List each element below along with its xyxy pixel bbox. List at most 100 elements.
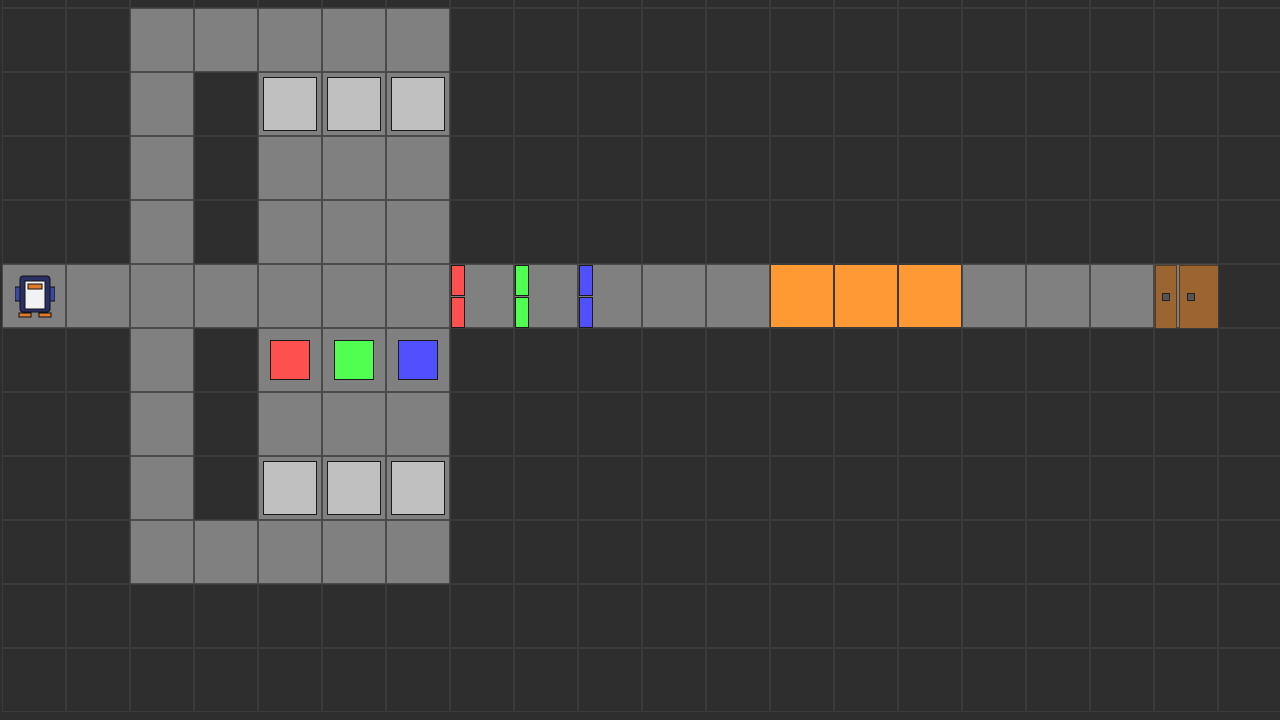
- wall-cell: [1218, 520, 1280, 584]
- wall-cell: [578, 200, 642, 264]
- wall-cell: [2, 72, 66, 136]
- wall-cell: [834, 200, 898, 264]
- wall-cell: [1090, 72, 1154, 136]
- wall-cell: [66, 584, 130, 648]
- floor-cell: [322, 264, 386, 328]
- floor-cell: [258, 8, 322, 72]
- wall-cell: [706, 8, 770, 72]
- wall-cell: [642, 520, 706, 584]
- wall-cell: [66, 456, 130, 520]
- wall-cell: [642, 0, 706, 8]
- wall-cell: [450, 392, 514, 456]
- wall-cell: [578, 392, 642, 456]
- wall-cell: [514, 328, 578, 392]
- wall-cell: [2, 136, 66, 200]
- floor-cell: [642, 264, 706, 328]
- wall-cell: [66, 328, 130, 392]
- wall-cell: [834, 136, 898, 200]
- floor-cell: [1026, 264, 1090, 328]
- wall-cell: [962, 200, 1026, 264]
- wall-cell: [194, 328, 258, 392]
- wall-cell: [898, 648, 962, 712]
- wall-cell: [962, 328, 1026, 392]
- red-key[interactable]: [270, 340, 310, 380]
- wall-cell: [194, 584, 258, 648]
- wall-cell: [1218, 392, 1280, 456]
- wall-cell: [514, 648, 578, 712]
- box[interactable]: [391, 461, 445, 515]
- box[interactable]: [391, 77, 445, 131]
- wall-cell: [1026, 0, 1090, 8]
- blue-gate[interactable]: [579, 265, 593, 296]
- box[interactable]: [327, 77, 381, 131]
- wall-cell: [642, 456, 706, 520]
- wall-cell: [1090, 584, 1154, 648]
- green-gate[interactable]: [515, 265, 529, 296]
- floor-cell: [322, 456, 386, 520]
- floor-cell: [514, 264, 578, 328]
- wall-cell: [194, 456, 258, 520]
- wall-cell: [578, 136, 642, 200]
- green-key[interactable]: [334, 340, 374, 380]
- wall-cell: [962, 648, 1026, 712]
- wall-cell: [1218, 136, 1280, 200]
- floor-cell: [322, 8, 386, 72]
- floor-cell: [130, 328, 194, 392]
- wall-cell: [1218, 584, 1280, 648]
- wall-cell: [1026, 456, 1090, 520]
- blue-key[interactable]: [398, 340, 438, 380]
- floor-cell: [258, 136, 322, 200]
- wall-cell: [194, 392, 258, 456]
- floor-cell: [386, 392, 450, 456]
- door-icon[interactable]: [1155, 265, 1219, 329]
- floor-cell: [258, 456, 322, 520]
- wall-cell: [130, 648, 194, 712]
- wall-cell: [322, 0, 386, 8]
- floor-cell: [386, 520, 450, 584]
- wall-cell: [642, 72, 706, 136]
- wall-cell: [642, 8, 706, 72]
- wall-cell: [66, 648, 130, 712]
- box[interactable]: [327, 461, 381, 515]
- wall-cell: [450, 456, 514, 520]
- wall-cell: [194, 648, 258, 712]
- box[interactable]: [263, 461, 317, 515]
- wall-cell: [514, 520, 578, 584]
- green-gate[interactable]: [515, 297, 529, 328]
- floor-cell: [258, 72, 322, 136]
- box[interactable]: [263, 77, 317, 131]
- wall-cell: [578, 648, 642, 712]
- wall-cell: [1218, 0, 1280, 8]
- wall-cell: [1218, 648, 1280, 712]
- wall-cell: [706, 648, 770, 712]
- wall-cell: [578, 328, 642, 392]
- wall-cell: [898, 200, 962, 264]
- lava-cell: [770, 264, 834, 328]
- wall-cell: [898, 520, 962, 584]
- wall-cell: [514, 72, 578, 136]
- wall-cell: [1090, 200, 1154, 264]
- wall-cell: [2, 8, 66, 72]
- wall-cell: [322, 648, 386, 712]
- wall-cell: [898, 584, 962, 648]
- wall-cell: [834, 584, 898, 648]
- wall-cell: [642, 392, 706, 456]
- wall-cell: [66, 200, 130, 264]
- wall-cell: [514, 8, 578, 72]
- wall-cell: [1026, 584, 1090, 648]
- blue-gate[interactable]: [579, 297, 593, 328]
- wall-cell: [2, 520, 66, 584]
- wall-cell: [578, 456, 642, 520]
- wall-cell: [1026, 200, 1090, 264]
- floor-cell: [194, 8, 258, 72]
- wall-cell: [194, 72, 258, 136]
- wall-cell: [130, 584, 194, 648]
- wall-cell: [514, 392, 578, 456]
- red-gate[interactable]: [451, 265, 465, 296]
- wall-cell: [1218, 328, 1280, 392]
- red-gate[interactable]: [451, 297, 465, 328]
- wall-cell: [514, 584, 578, 648]
- wall-cell: [642, 648, 706, 712]
- wall-cell: [1154, 8, 1218, 72]
- wall-cell: [1090, 648, 1154, 712]
